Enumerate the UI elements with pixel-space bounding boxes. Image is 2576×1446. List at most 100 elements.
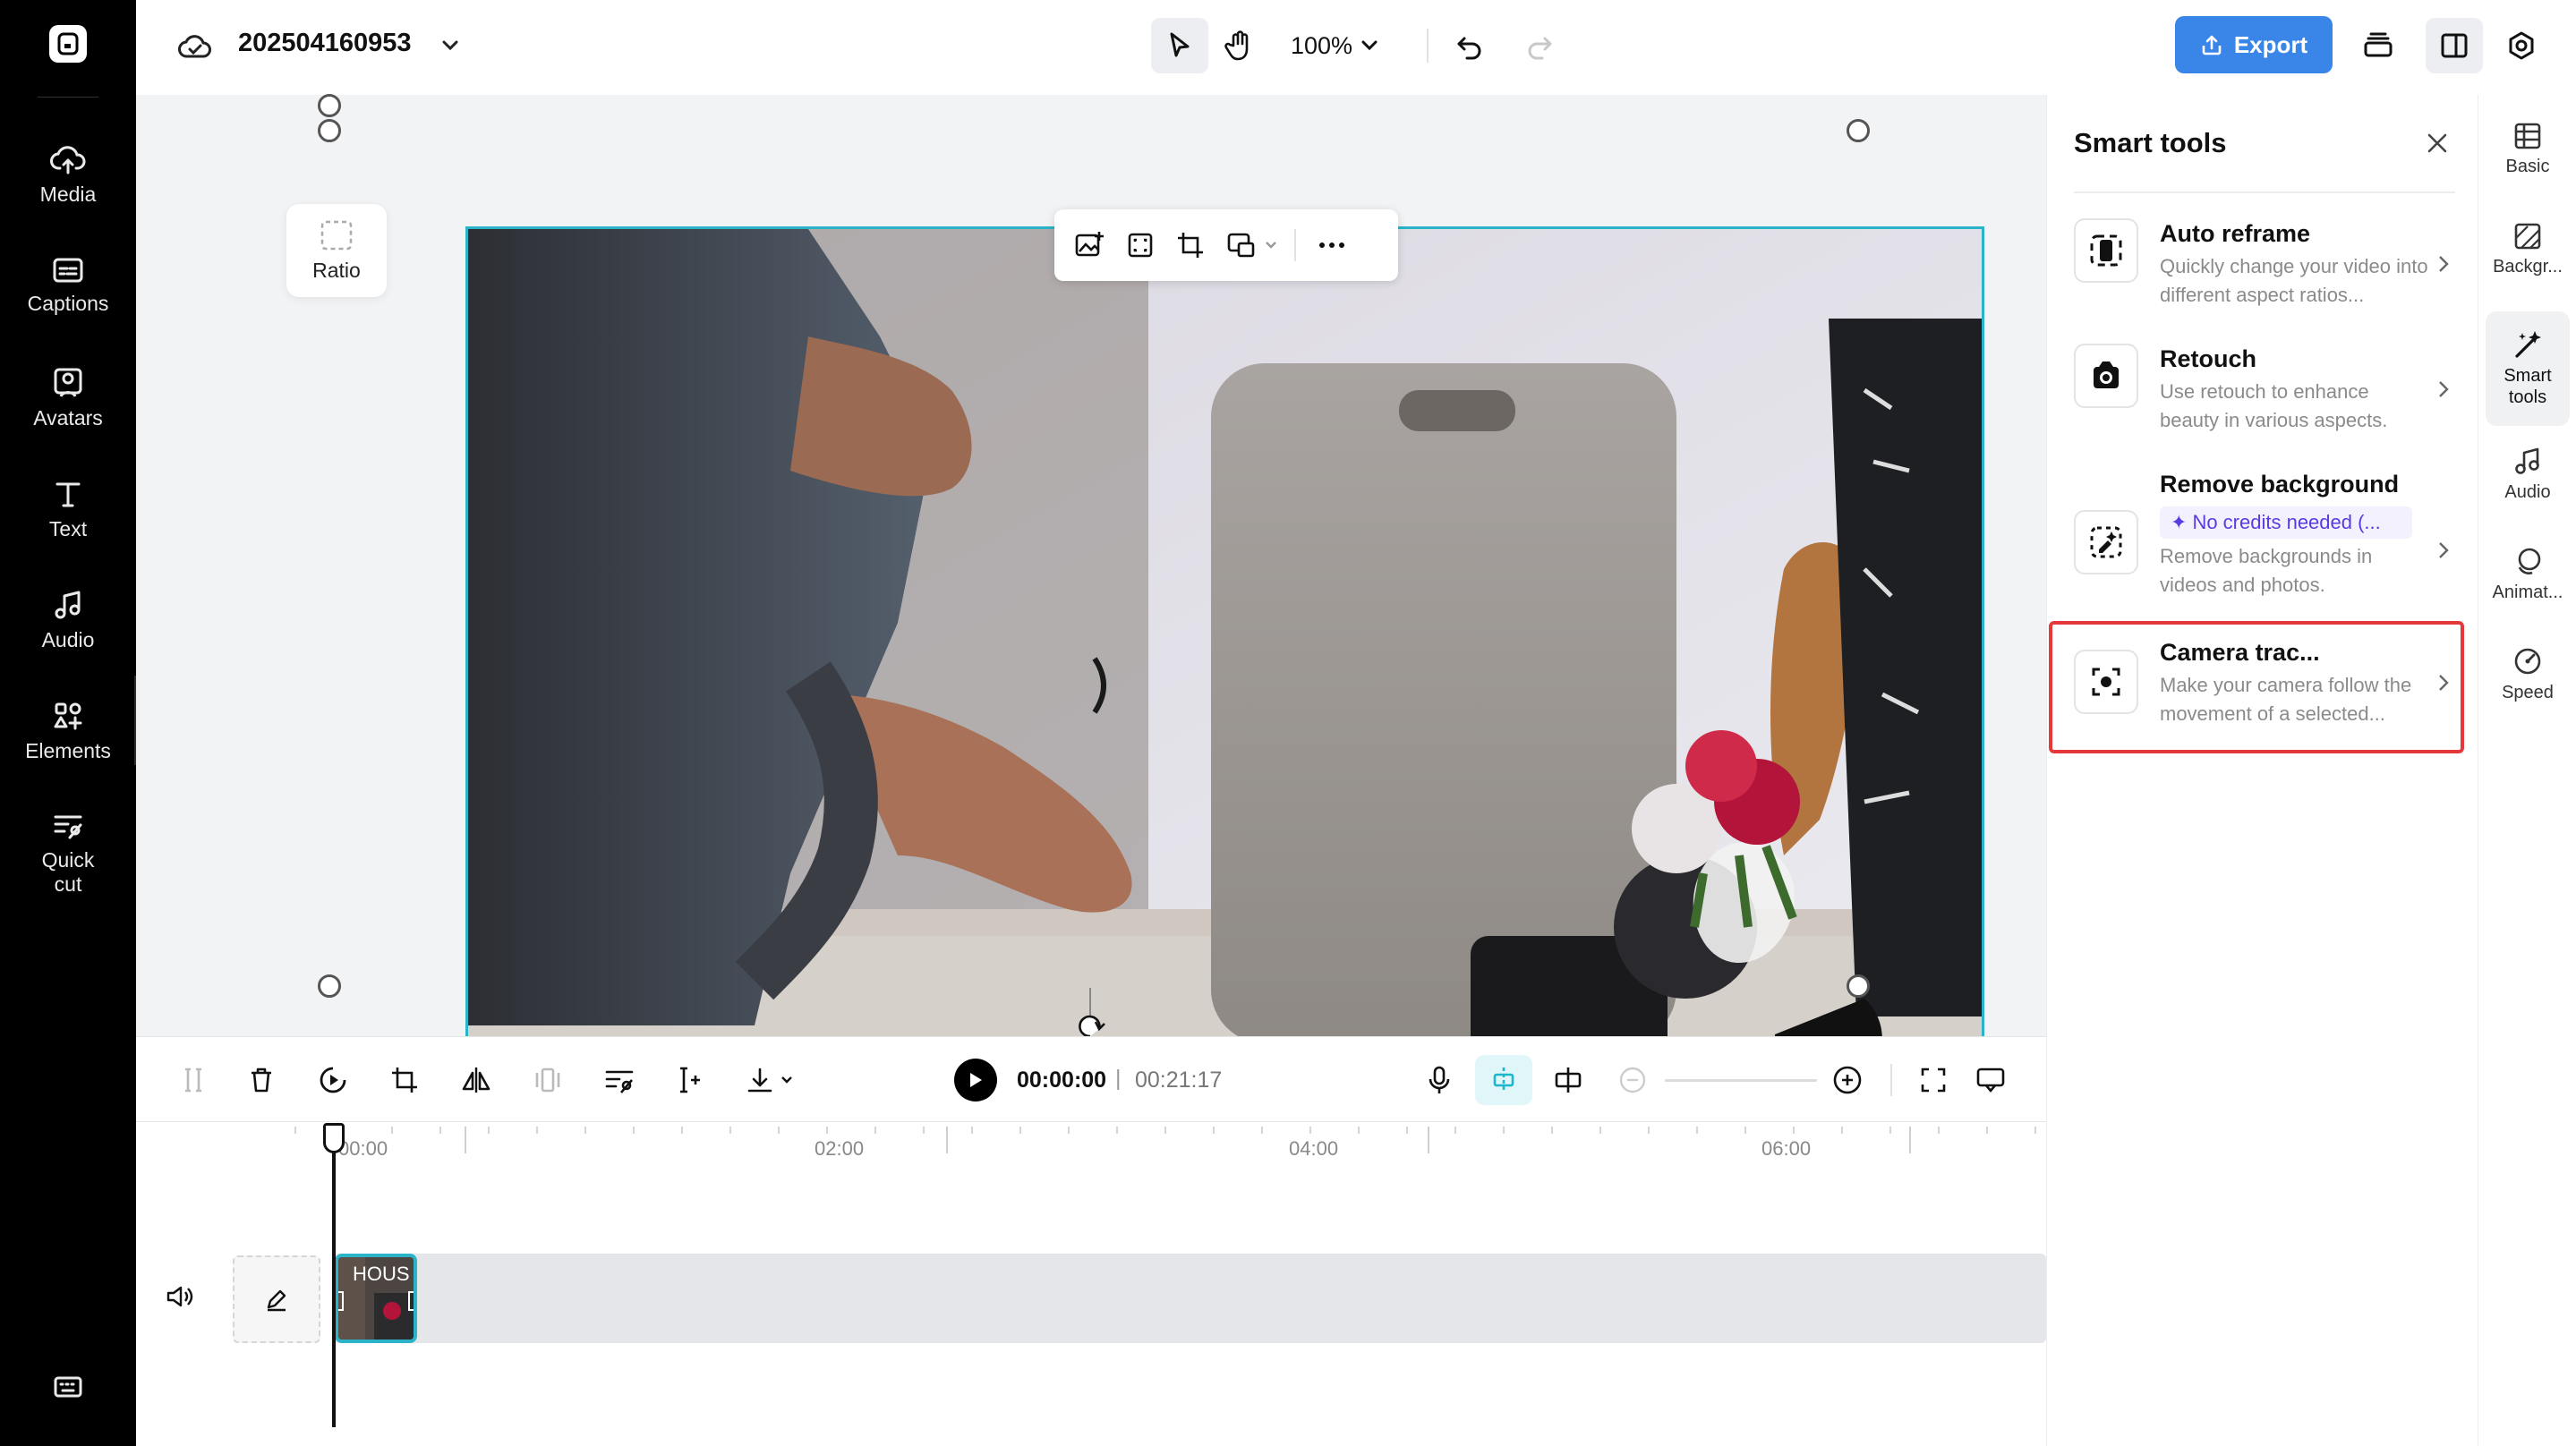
quick-cut-button[interactable] xyxy=(598,1059,641,1102)
project-menu-button[interactable] xyxy=(435,30,465,61)
magic-wand-icon xyxy=(2515,331,2541,358)
tool-description: Quickly change your video into different… xyxy=(2160,255,2428,306)
settings-button[interactable] xyxy=(2499,23,2544,68)
close-panel-button[interactable] xyxy=(2419,125,2455,161)
zoom-in-button[interactable] xyxy=(1826,1059,1869,1102)
hand-tool-button[interactable] xyxy=(1210,18,1267,73)
chevron-down-icon xyxy=(442,40,458,51)
resize-handle-top-left[interactable] xyxy=(318,119,341,142)
speed-change-button[interactable] xyxy=(311,1059,354,1102)
comment-button[interactable] xyxy=(1969,1059,2012,1102)
ruler-label: 02:00 xyxy=(815,1137,865,1160)
video-track[interactable] xyxy=(333,1254,2046,1343)
layout-toggle-button[interactable] xyxy=(2426,18,2483,73)
playhead[interactable] xyxy=(332,1123,336,1427)
rail-background[interactable]: Backgr... xyxy=(2486,215,2570,285)
edit-cover-button[interactable] xyxy=(233,1255,320,1343)
rail-speed[interactable]: Speed xyxy=(2486,639,2570,710)
nav-quick-cut[interactable]: Quick cut xyxy=(0,811,136,897)
crop-icon[interactable] xyxy=(1176,231,1205,259)
rail-basic[interactable]: Basic xyxy=(2486,115,2570,184)
chevron-right-icon xyxy=(2439,381,2449,397)
nav-captions[interactable]: Captions xyxy=(0,256,136,316)
rail-audio[interactable]: Audio xyxy=(2486,438,2570,510)
basic-icon xyxy=(2514,123,2541,149)
playhead-handle[interactable] xyxy=(323,1123,345,1153)
cloud-sync-button[interactable] xyxy=(175,27,215,66)
auto-reframe-icon xyxy=(2074,218,2138,283)
total-time: 00:21:17 xyxy=(1135,1067,1223,1093)
tool-camera-tracking[interactable]: Camera trac... Make your camera follow t… xyxy=(2074,637,2464,728)
quick-cut-icon xyxy=(605,1070,634,1093)
download-button[interactable] xyxy=(741,1059,798,1102)
fullscreen-button[interactable] xyxy=(1912,1059,1955,1102)
more-icon[interactable] xyxy=(1318,241,1346,250)
freeze-button[interactable] xyxy=(526,1059,569,1102)
nav-elements[interactable]: Elements xyxy=(0,700,136,763)
add-image-icon[interactable] xyxy=(1074,230,1105,260)
tool-title: Auto reframe xyxy=(2160,220,2311,247)
split-button[interactable] xyxy=(172,1059,215,1102)
resize-handle-bottom-right[interactable] xyxy=(1847,974,1870,998)
zoom-dropdown[interactable]: 100% xyxy=(1291,23,1398,68)
keyboard-shortcuts-button[interactable] xyxy=(0,1374,136,1407)
top-bar: 202504160953 100% Export xyxy=(136,0,2576,95)
upload-icon xyxy=(2202,35,2222,55)
delete-button[interactable] xyxy=(240,1059,283,1102)
tool-description: Make your camera follow the movement of … xyxy=(2160,674,2412,725)
right-rail: Basic Backgr... Smart tools Audio Animat… xyxy=(2478,95,2576,1446)
undo-button[interactable] xyxy=(1448,25,1491,68)
zoom-value: 100% xyxy=(1291,31,1353,59)
clip-trim-left[interactable] xyxy=(338,1291,344,1311)
rail-smart-tools[interactable]: Smart tools xyxy=(2486,311,2570,426)
project-name[interactable]: 202504160953 xyxy=(238,29,412,58)
layers-button[interactable] xyxy=(2356,23,2401,68)
timeline-toolbar: 00:00:00 | 00:21:17 xyxy=(136,1036,2046,1122)
resize-handle-top-left[interactable] xyxy=(318,94,341,117)
resize-handle-top-right[interactable] xyxy=(1847,119,1870,142)
nav-label: Captions xyxy=(27,292,109,315)
timeline-zoom-slider[interactable] xyxy=(1665,1079,1817,1082)
chevron-down-icon xyxy=(1361,40,1378,51)
redo-button[interactable] xyxy=(1518,25,1561,68)
rail-label: Animat... xyxy=(2492,583,2563,602)
ratio-button[interactable]: Ratio xyxy=(286,204,387,297)
avatar-icon xyxy=(54,368,82,397)
nav-text[interactable]: Text xyxy=(0,478,136,541)
nav-label: Text xyxy=(48,517,88,540)
retouch-icon xyxy=(2074,344,2138,408)
video-preview[interactable] xyxy=(465,226,1984,1082)
export-button[interactable]: Export xyxy=(2175,16,2333,73)
zoom-out-button[interactable] xyxy=(1611,1059,1654,1102)
flip-icon xyxy=(462,1067,490,1093)
rotate-handle[interactable] xyxy=(1074,1013,1106,1036)
ratio-label: Ratio xyxy=(312,258,361,282)
flip-button[interactable] xyxy=(455,1059,498,1102)
tool-remove-background[interactable]: Remove background ✦ No credits needed (.… xyxy=(2074,469,2464,600)
tool-auto-reframe[interactable]: Auto reframe Quickly change your video i… xyxy=(2074,218,2464,310)
tool-retouch[interactable]: Retouch Use retouch to enhance beauty in… xyxy=(2074,344,2464,435)
current-time: 00:00:00 xyxy=(1017,1067,1107,1093)
chevron-down-icon[interactable] xyxy=(1264,240,1278,251)
link-button[interactable] xyxy=(1547,1059,1590,1102)
elements-icon xyxy=(54,702,82,730)
magnet-snap-button[interactable] xyxy=(1475,1055,1532,1105)
nav-media[interactable]: Media xyxy=(0,143,136,207)
pencil-icon xyxy=(267,1289,286,1312)
nav-avatars[interactable]: Avatars xyxy=(0,367,136,430)
crop-button[interactable] xyxy=(383,1059,426,1102)
resize-handle-bottom-left[interactable] xyxy=(318,974,341,998)
track-mute-button[interactable] xyxy=(159,1277,199,1316)
play-button[interactable] xyxy=(954,1059,997,1102)
record-voice-button[interactable] xyxy=(1418,1059,1461,1102)
nav-audio[interactable]: Audio xyxy=(0,589,136,652)
speed-icon xyxy=(2514,648,2541,675)
video-clip[interactable]: HOUS xyxy=(335,1254,417,1343)
smart-split-button[interactable] xyxy=(670,1059,712,1102)
select-tool-button[interactable] xyxy=(1151,18,1208,73)
fit-frame-icon[interactable] xyxy=(1126,231,1155,259)
clip-trim-right[interactable] xyxy=(408,1291,414,1311)
replace-icon[interactable] xyxy=(1226,231,1257,259)
rail-animation[interactable]: Animat... xyxy=(2486,539,2570,610)
app-logo[interactable] xyxy=(49,25,87,63)
